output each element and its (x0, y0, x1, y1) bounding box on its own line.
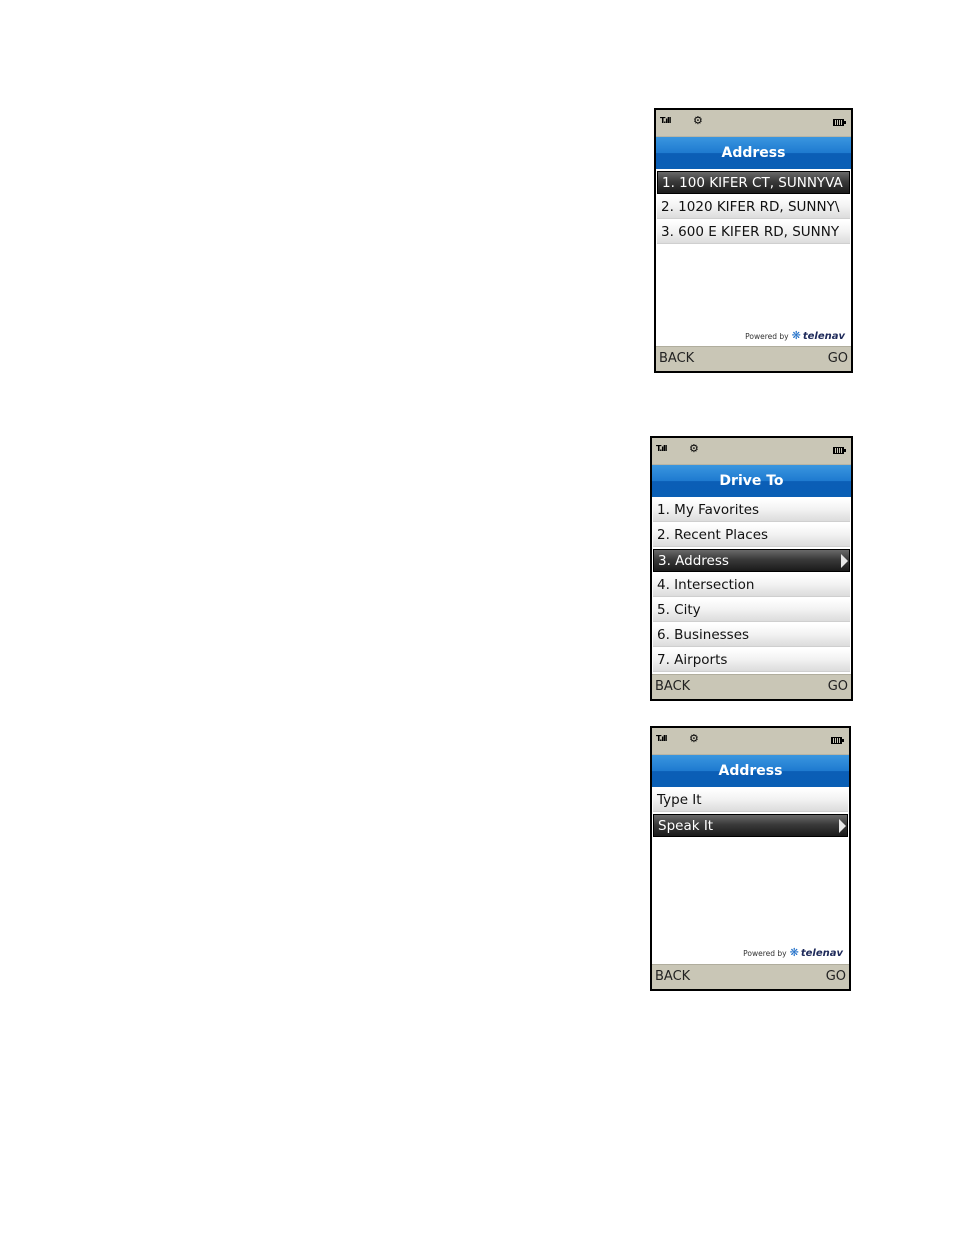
list-item-address-1[interactable]: 1. 100 KIFER CT, SUNNYVA (657, 171, 850, 194)
powered-by-label: Powered by (745, 332, 789, 341)
battery-icon (831, 737, 844, 744)
screen-title: Drive To (652, 465, 851, 497)
status-bar: T.ıll ⚙ (652, 728, 849, 755)
brand-name: telenav (800, 948, 843, 959)
menu-item-airports[interactable]: 7. Airports (653, 649, 850, 672)
powered-by-label: Powered by (743, 949, 787, 958)
screen-title: Address (656, 137, 851, 169)
menu-item-label: 3. Address (658, 553, 729, 569)
screen-title: Address (652, 755, 849, 787)
phone-screen-drive-to: T.ıll ⚙ Drive To 1. My Favorites 2. Rece… (650, 436, 853, 701)
go-softkey[interactable]: GO (828, 347, 848, 371)
gear-icon: ⚙ (693, 114, 703, 127)
back-softkey[interactable]: BACK (655, 675, 690, 699)
menu-item-businesses[interactable]: 6. Businesses (653, 624, 850, 647)
signal-icon: T.ıll (656, 734, 667, 743)
list-item-address-3[interactable]: 3. 600 E KIFER RD, SUNNY (657, 221, 850, 244)
back-softkey[interactable]: BACK (655, 965, 690, 989)
status-bar: T.ıll ⚙ (652, 438, 851, 465)
brand-name: telenav (802, 331, 845, 342)
battery-icon (833, 447, 846, 454)
list-item-address-2[interactable]: 2. 1020 KIFER RD, SUNNY\ (657, 196, 850, 219)
gear-icon: ⚙ (689, 732, 699, 745)
powered-by-badge: Powered by ❋ telenav (745, 329, 845, 342)
gear-icon: ⚙ (689, 442, 699, 455)
menu-item-my-favorites[interactable]: 1. My Favorites (653, 499, 850, 522)
telenav-logo-icon: ❋ (791, 329, 801, 342)
menu-item-address[interactable]: 3. Address (653, 549, 850, 572)
address-method-menu: Type It Speak It (652, 788, 849, 839)
status-bar: T.ıll ⚙ (656, 110, 851, 137)
go-softkey[interactable]: GO (828, 675, 848, 699)
back-softkey[interactable]: BACK (659, 347, 694, 371)
menu-item-city[interactable]: 5. City (653, 599, 850, 622)
phone-screen-address-method: T.ıll ⚙ Address Type It Speak It Powered… (650, 726, 851, 991)
go-softkey[interactable]: GO (826, 965, 846, 989)
signal-icon: T.ıll (656, 444, 667, 453)
signal-icon: T.ıll (660, 116, 671, 125)
menu-item-type-it[interactable]: Type It (653, 789, 848, 812)
menu-item-speak-it[interactable]: Speak It (653, 814, 848, 837)
softkey-bar: BACK GO (652, 964, 849, 989)
softkey-bar: BACK GO (656, 346, 851, 371)
menu-item-recent-places[interactable]: 2. Recent Places (653, 524, 850, 547)
telenav-logo-icon: ❋ (789, 946, 799, 959)
phone-screen-address-results: T.ıll ⚙ Address 1. 100 KIFER CT, SUNNYVA… (654, 108, 853, 373)
address-list: 1. 100 KIFER CT, SUNNYVA 2. 1020 KIFER R… (656, 170, 851, 246)
chevron-right-icon (841, 554, 848, 568)
chevron-right-icon (839, 819, 846, 833)
battery-icon (833, 119, 846, 126)
menu-item-intersection[interactable]: 4. Intersection (653, 574, 850, 597)
powered-by-badge: Powered by ❋ telenav (743, 946, 843, 959)
menu-item-label: Speak It (658, 818, 714, 834)
drive-to-menu: 1. My Favorites 2. Recent Places 3. Addr… (652, 498, 851, 674)
softkey-bar: BACK GO (652, 674, 851, 699)
